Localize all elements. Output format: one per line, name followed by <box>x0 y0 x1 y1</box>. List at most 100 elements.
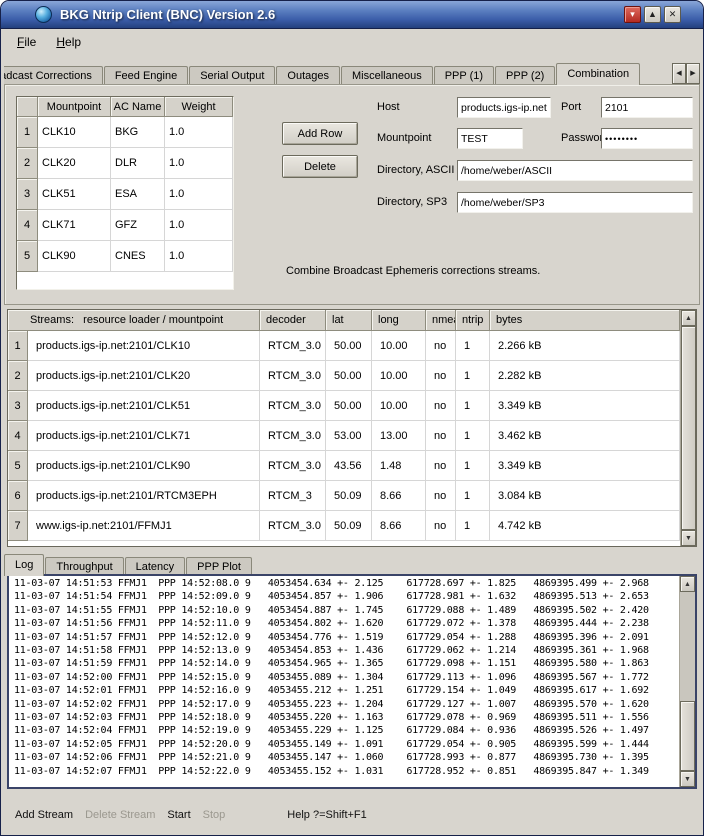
log-line: 11-03-07 14:52:04 FFMJ1 PPP 14:52:19.0 9… <box>14 724 678 737</box>
tab[interactable]: Combination <box>556 63 640 85</box>
log-tabbar: Log Throughput Latency PPP Plot <box>4 552 403 576</box>
tab[interactable]: Miscellaneous <box>341 66 433 85</box>
main-tabbar: Broadcast Corrections Feed Engine Serial… <box>4 61 669 85</box>
scrollbar-thumb[interactable] <box>681 326 696 530</box>
scroll-up-icon[interactable]: ▲ <box>681 310 696 326</box>
tab[interactable]: Outages <box>276 66 340 85</box>
row-number: 1 <box>8 331 28 361</box>
log-line: 11-03-07 14:51:56 FFMJ1 PPP 14:52:11.0 9… <box>14 617 678 630</box>
tab[interactable]: Serial Output <box>189 66 275 85</box>
combination-table-row[interactable]: 2 CLK20 DLR 1.0 <box>17 148 233 179</box>
streams-scrollbar[interactable]: ▲ ▼ <box>680 310 696 546</box>
cell-nmea: no <box>426 511 456 541</box>
log-line: 11-03-07 14:51:53 FFMJ1 PPP 14:52:08.0 9… <box>14 577 678 590</box>
scroll-down-icon[interactable]: ▼ <box>681 530 696 546</box>
tab[interactable]: Feed Engine <box>104 66 188 85</box>
header-mountpoint[interactable]: Mountpoint <box>38 97 111 117</box>
cell-ac-name: BKG <box>111 117 165 148</box>
cell-long: 10.00 <box>372 391 426 421</box>
directory-ascii-input[interactable] <box>457 160 693 181</box>
cell-mountpoint: products.igs-ip.net:2101/CLK10 <box>28 331 260 361</box>
header-decoder[interactable]: decoder <box>260 310 326 331</box>
minimize-button[interactable]: ▾ <box>624 6 641 23</box>
combination-table-row[interactable]: 4 CLK71 GFZ 1.0 <box>17 210 233 241</box>
cell-bytes: 3.462 kB <box>490 421 680 451</box>
delete-stream-button[interactable]: Delete Stream <box>85 809 155 821</box>
mountpoint-label: Mountpoint <box>377 132 431 144</box>
log-line: 11-03-07 14:52:02 FFMJ1 PPP 14:52:17.0 9… <box>14 698 678 711</box>
tab[interactable]: PPP (2) <box>495 66 555 85</box>
row-number: 5 <box>8 451 28 481</box>
cell-decoder: RTCM_3.0 <box>260 511 326 541</box>
mountpoint-input[interactable] <box>457 128 523 149</box>
close-button[interactable]: ✕ <box>664 6 681 23</box>
stream-row[interactable]: 5 products.igs-ip.net:2101/CLK90 RTCM_3.… <box>8 451 680 481</box>
tab-scroll-right-button[interactable]: ▶ <box>686 63 700 84</box>
tab-scroll-left-button[interactable]: ◀ <box>672 63 686 84</box>
combination-table-row[interactable]: 5 CLK90 CNES 1.0 <box>17 241 233 272</box>
tab[interactable]: PPP (1) <box>434 66 494 85</box>
bnc-window: BKG Ntrip Client (BNC) Version 2.6 ▾ ▲ ✕… <box>0 0 704 836</box>
cell-long: 1.48 <box>372 451 426 481</box>
cell-bytes: 2.282 kB <box>490 361 680 391</box>
header-bytes[interactable]: bytes <box>490 310 680 331</box>
add-row-button[interactable]: Add Row <box>282 122 358 145</box>
header-weight[interactable]: Weight <box>165 97 233 117</box>
add-stream-button[interactable]: Add Stream <box>15 809 73 821</box>
cell-mountpoint: products.igs-ip.net:2101/CLK71 <box>28 421 260 451</box>
header-nmea[interactable]: nmea <box>426 310 456 331</box>
titlebar[interactable]: BKG Ntrip Client (BNC) Version 2.6 ▾ ▲ ✕ <box>1 1 703 29</box>
combination-table: Mountpoint AC Name Weight 1 CLK10 BKG 1.… <box>16 96 234 290</box>
scroll-down-icon[interactable]: ▼ <box>680 771 695 787</box>
cell-mountpoint: products.igs-ip.net:2101/CLK51 <box>28 391 260 421</box>
stream-row[interactable]: 6 products.igs-ip.net:2101/RTCM3EPH RTCM… <box>8 481 680 511</box>
stream-row[interactable]: 3 products.igs-ip.net:2101/CLK51 RTCM_3.… <box>8 391 680 421</box>
header-long[interactable]: long <box>372 310 426 331</box>
bottom-action-bar: Add Stream Delete Stream Start Stop Help… <box>7 800 697 830</box>
header-streams[interactable]: Streams: resource loader / mountpoint <box>8 310 260 331</box>
scroll-up-icon[interactable]: ▲ <box>680 576 695 592</box>
start-button[interactable]: Start <box>167 809 190 821</box>
cell-mountpoint: products.igs-ip.net:2101/CLK90 <box>28 451 260 481</box>
streams-table: Streams: resource loader / mountpoint de… <box>7 309 697 547</box>
directory-sp3-label: Directory, SP3 <box>377 196 447 208</box>
tab[interactable]: Broadcast Corrections <box>4 66 103 85</box>
row-number: 3 <box>17 179 38 210</box>
log-view[interactable]: 11-03-07 14:51:53 FFMJ1 PPP 14:52:08.0 9… <box>7 574 697 789</box>
stream-row[interactable]: 2 products.igs-ip.net:2101/CLK20 RTCM_3.… <box>8 361 680 391</box>
header-ac-name[interactable]: AC Name <box>111 97 165 117</box>
cell-long: 8.66 <box>372 511 426 541</box>
directory-sp3-input[interactable] <box>457 192 693 213</box>
combination-table-row[interactable]: 3 CLK51 ESA 1.0 <box>17 179 233 210</box>
stream-row[interactable]: 7 www.igs-ip.net:2101/FFMJ1 RTCM_3.0 50.… <box>8 511 680 541</box>
cell-nmea: no <box>426 421 456 451</box>
help-label: Help ?=Shift+F1 <box>287 809 367 821</box>
cell-ntrip: 1 <box>456 331 490 361</box>
delete-button[interactable]: Delete <box>282 155 358 178</box>
scrollbar-thumb[interactable] <box>680 701 695 771</box>
port-input[interactable] <box>601 97 693 118</box>
stop-button[interactable]: Stop <box>203 809 226 821</box>
header-lat[interactable]: lat <box>326 310 372 331</box>
cell-decoder: RTCM_3.0 <box>260 421 326 451</box>
cell-ntrip: 1 <box>456 451 490 481</box>
cell-ntrip: 1 <box>456 361 490 391</box>
log-line: 11-03-07 14:51:59 FFMJ1 PPP 14:52:14.0 9… <box>14 657 678 670</box>
password-input[interactable] <box>601 128 693 149</box>
combination-table-row[interactable]: 1 CLK10 BKG 1.0 <box>17 117 233 148</box>
menu-item[interactable]: File <box>7 32 46 52</box>
log-scrollbar[interactable]: ▲ ▼ <box>679 576 695 787</box>
cell-bytes: 3.349 kB <box>490 391 680 421</box>
menu-item[interactable]: Help <box>46 32 91 52</box>
host-input[interactable] <box>457 97 551 118</box>
cell-decoder: RTCM_3.0 <box>260 331 326 361</box>
stream-row[interactable]: 4 products.igs-ip.net:2101/CLK71 RTCM_3.… <box>8 421 680 451</box>
tab[interactable]: Log <box>4 554 44 576</box>
maximize-button[interactable]: ▲ <box>644 6 661 23</box>
header-ntrip[interactable]: ntrip <box>456 310 490 331</box>
stream-row[interactable]: 1 products.igs-ip.net:2101/CLK10 RTCM_3.… <box>8 331 680 361</box>
log-line: 11-03-07 14:52:03 FFMJ1 PPP 14:52:18.0 9… <box>14 711 678 724</box>
corner-header-cell <box>17 97 38 117</box>
cell-weight: 1.0 <box>165 210 233 241</box>
row-number: 3 <box>8 391 28 421</box>
